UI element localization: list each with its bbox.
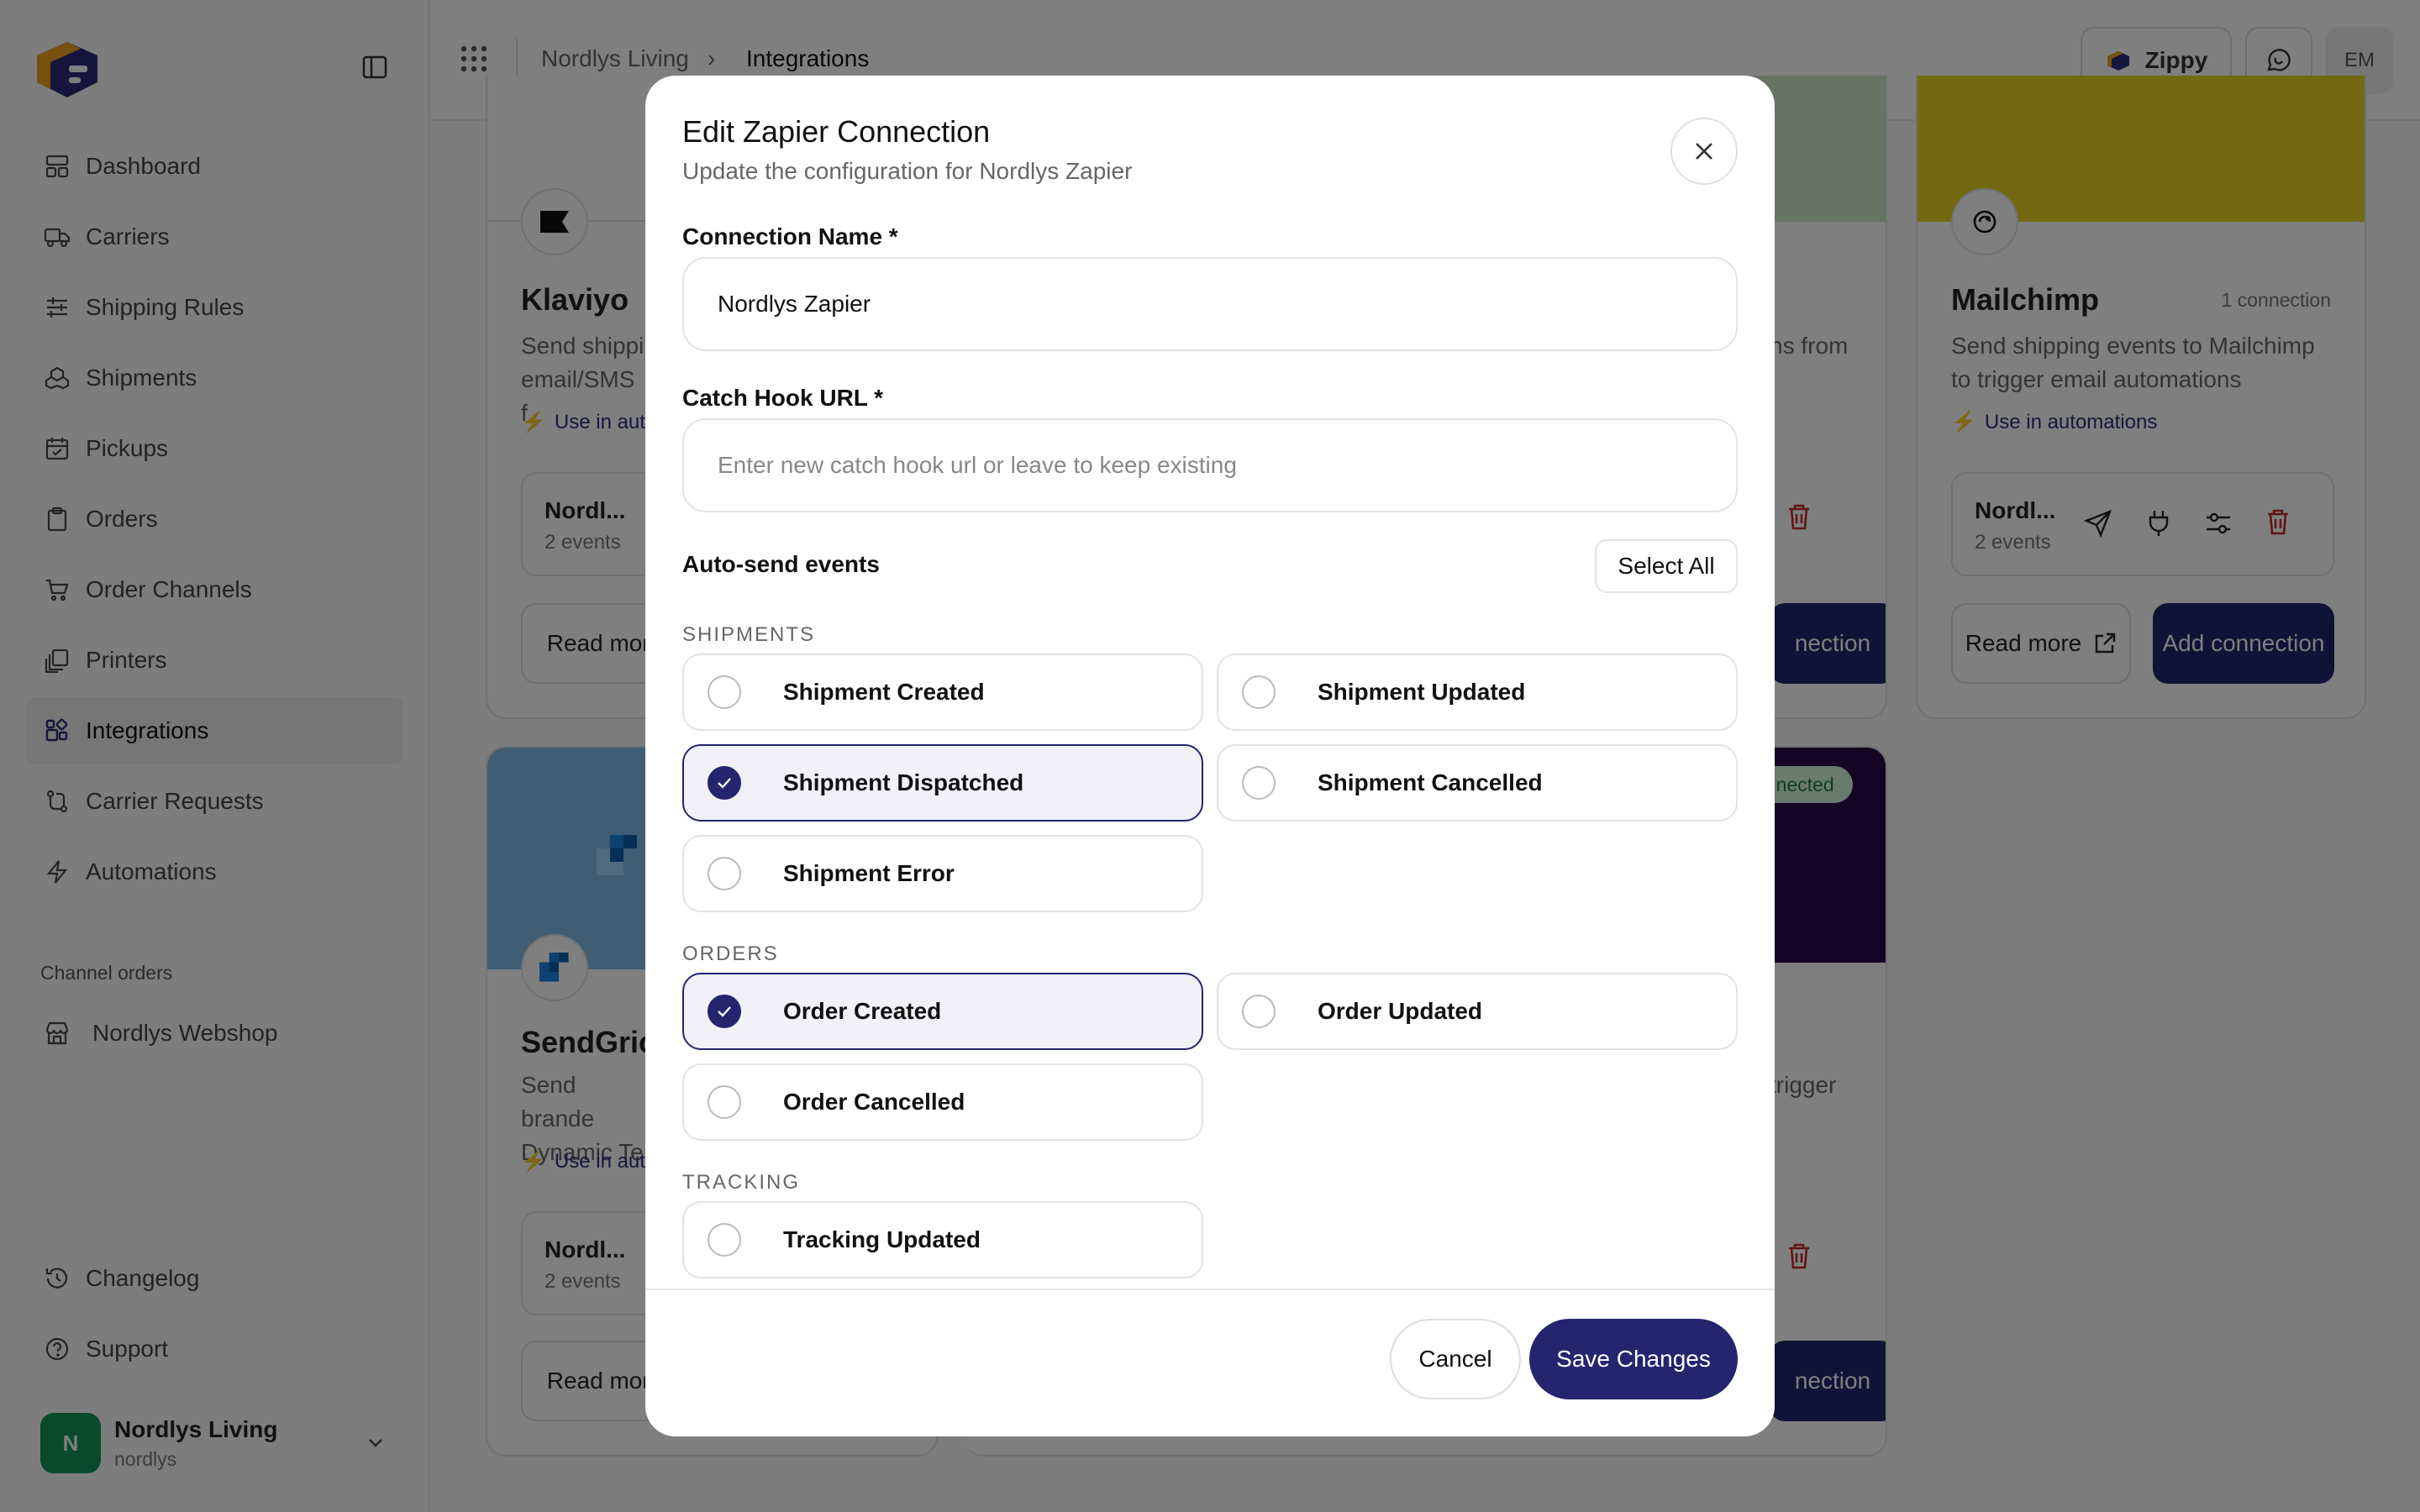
checkbox[interactable]: [708, 1085, 741, 1119]
event-label: Shipment Dispatched: [783, 769, 1024, 795]
event-order-created[interactable]: Order Created: [682, 973, 1203, 1050]
event-label: Tracking Updated: [783, 1226, 981, 1252]
close-icon: [1696, 143, 1712, 160]
dialog-subtitle: Update the configuration for Nordlys Zap…: [682, 158, 1133, 184]
checkbox[interactable]: [708, 857, 741, 890]
event-shipment-cancelled[interactable]: Shipment Cancelled: [1217, 744, 1738, 822]
event-label: Shipment Updated: [1318, 679, 1526, 705]
shipments-group-label: SHIPMENTS: [682, 623, 816, 646]
event-label: Shipment Error: [783, 860, 955, 886]
select-all-button[interactable]: Select All: [1595, 539, 1738, 593]
cancel-button[interactable]: Cancel: [1390, 1319, 1521, 1399]
catch-hook-url-input[interactable]: [682, 418, 1738, 512]
tracking-group-label: TRACKING: [682, 1171, 801, 1194]
event-label: Order Created: [783, 998, 942, 1024]
close-button[interactable]: [1670, 118, 1738, 185]
save-changes-button[interactable]: Save Changes: [1529, 1319, 1738, 1399]
event-shipment-created[interactable]: Shipment Created: [682, 654, 1203, 731]
dialog-title: Edit Zapier Connection: [682, 114, 991, 149]
checkbox[interactable]: [1242, 995, 1276, 1028]
checkbox[interactable]: [708, 1223, 741, 1257]
event-shipment-dispatched[interactable]: Shipment Dispatched: [682, 744, 1203, 822]
event-shipment-error[interactable]: Shipment Error: [682, 835, 1203, 912]
event-label: Shipment Cancelled: [1318, 769, 1543, 795]
connection-name-label: Connection Name *: [682, 223, 898, 249]
connection-name-input[interactable]: [682, 257, 1738, 351]
dialog-footer: Cancel Save Changes: [645, 1289, 1775, 1436]
event-order-updated[interactable]: Order Updated: [1217, 973, 1738, 1050]
checkbox-checked[interactable]: [708, 766, 741, 800]
check-icon: [718, 778, 731, 789]
event-order-cancelled[interactable]: Order Cancelled: [682, 1063, 1203, 1141]
event-shipment-updated[interactable]: Shipment Updated: [1217, 654, 1738, 731]
edit-zapier-connection-dialog: Edit Zapier Connection Update the config…: [645, 76, 1775, 1436]
event-label: Shipment Created: [783, 679, 985, 705]
event-tracking-updated[interactable]: Tracking Updated: [682, 1201, 1203, 1278]
event-label: Order Updated: [1318, 998, 1483, 1024]
checkbox[interactable]: [1242, 766, 1276, 800]
orders-group-label: ORDERS: [682, 942, 779, 965]
checkbox[interactable]: [708, 675, 741, 709]
event-label: Order Cancelled: [783, 1089, 965, 1115]
check-icon: [718, 1006, 731, 1017]
checkbox[interactable]: [1242, 675, 1276, 709]
auto-send-events-label: Auto-send events: [682, 551, 880, 577]
checkbox-checked[interactable]: [708, 995, 741, 1028]
catch-hook-url-label: Catch Hook URL *: [682, 385, 884, 411]
